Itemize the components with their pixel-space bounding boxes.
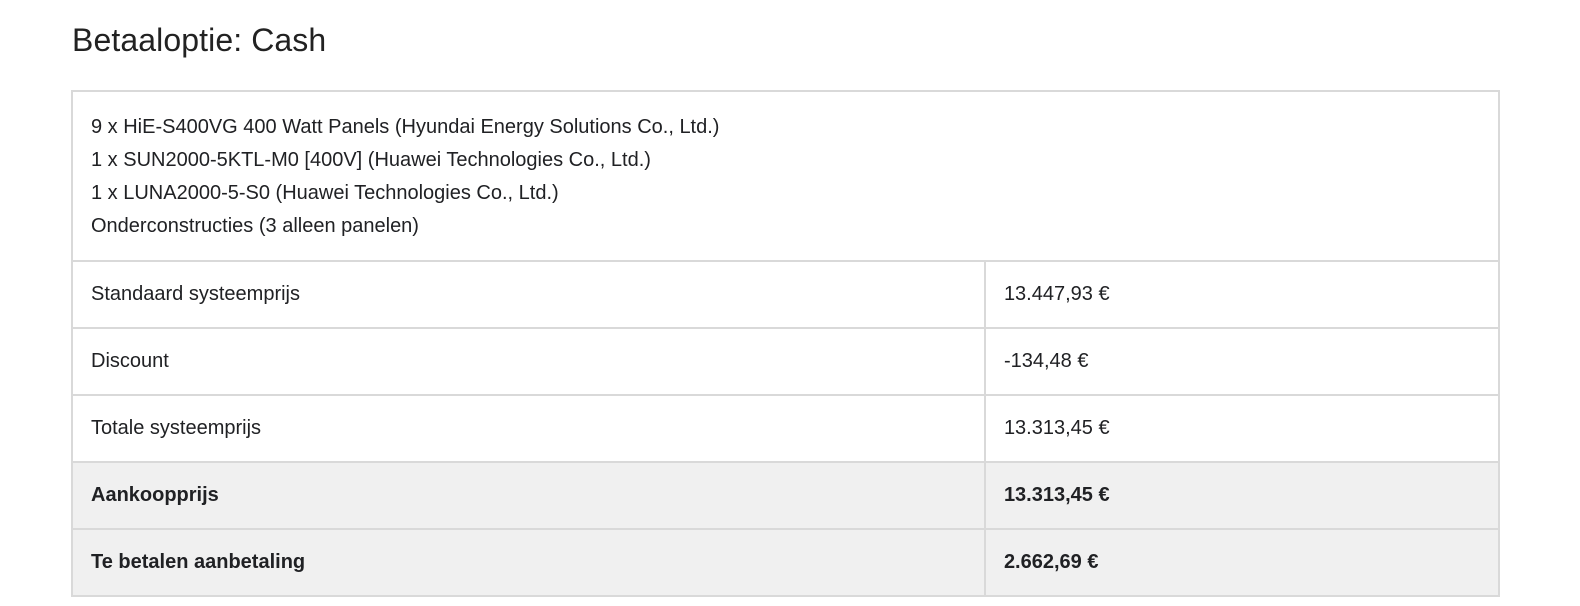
product-line-mounting: Onderconstructies (3 alleen panelen) xyxy=(91,215,419,237)
down-payment-value: 2.662,69 € xyxy=(983,528,1501,597)
discount-value: -134,48 € xyxy=(983,327,1501,396)
product-list-cell: 9 x HiE-S400VG 400 Watt Panels (Hyundai … xyxy=(71,90,1500,262)
products-row: 9 x HiE-S400VG 400 Watt Panels (Hyundai … xyxy=(71,90,1500,262)
total-system-price-row: Totale systeemprijs 13.313,45 € xyxy=(71,394,1501,463)
discount-row: Discount -134,48 € xyxy=(71,327,1501,396)
total-system-price-label: Totale systeemprijs xyxy=(71,394,986,463)
down-payment-row: Te betalen aanbetaling 2.662,69 € xyxy=(71,528,1501,597)
discount-label: Discount xyxy=(71,327,986,396)
purchase-price-label: Aankoopprijs xyxy=(71,461,986,530)
purchase-price-value: 13.313,45 € xyxy=(983,461,1501,530)
product-line-battery: 1 x LUNA2000-5-S0 (Huawei Technologies C… xyxy=(91,182,559,204)
standard-price-value: 13.447,93 € xyxy=(983,260,1501,329)
standard-price-row: Standaard systeemprijs 13.447,93 € xyxy=(71,260,1501,329)
purchase-price-row: Aankoopprijs 13.313,45 € xyxy=(71,461,1501,530)
payment-summary-table: 9 x HiE-S400VG 400 Watt Panels (Hyundai … xyxy=(71,90,1501,597)
total-system-price-value: 13.313,45 € xyxy=(983,394,1501,463)
down-payment-label: Te betalen aanbetaling xyxy=(71,528,986,597)
standard-price-label: Standaard systeemprijs xyxy=(71,260,986,329)
product-line-inverter: 1 x SUN2000-5KTL-M0 [400V] (Huawei Techn… xyxy=(91,149,651,171)
product-line-panels: 9 x HiE-S400VG 400 Watt Panels (Hyundai … xyxy=(91,116,720,138)
page-title: Betaaloptie: Cash xyxy=(72,22,327,58)
